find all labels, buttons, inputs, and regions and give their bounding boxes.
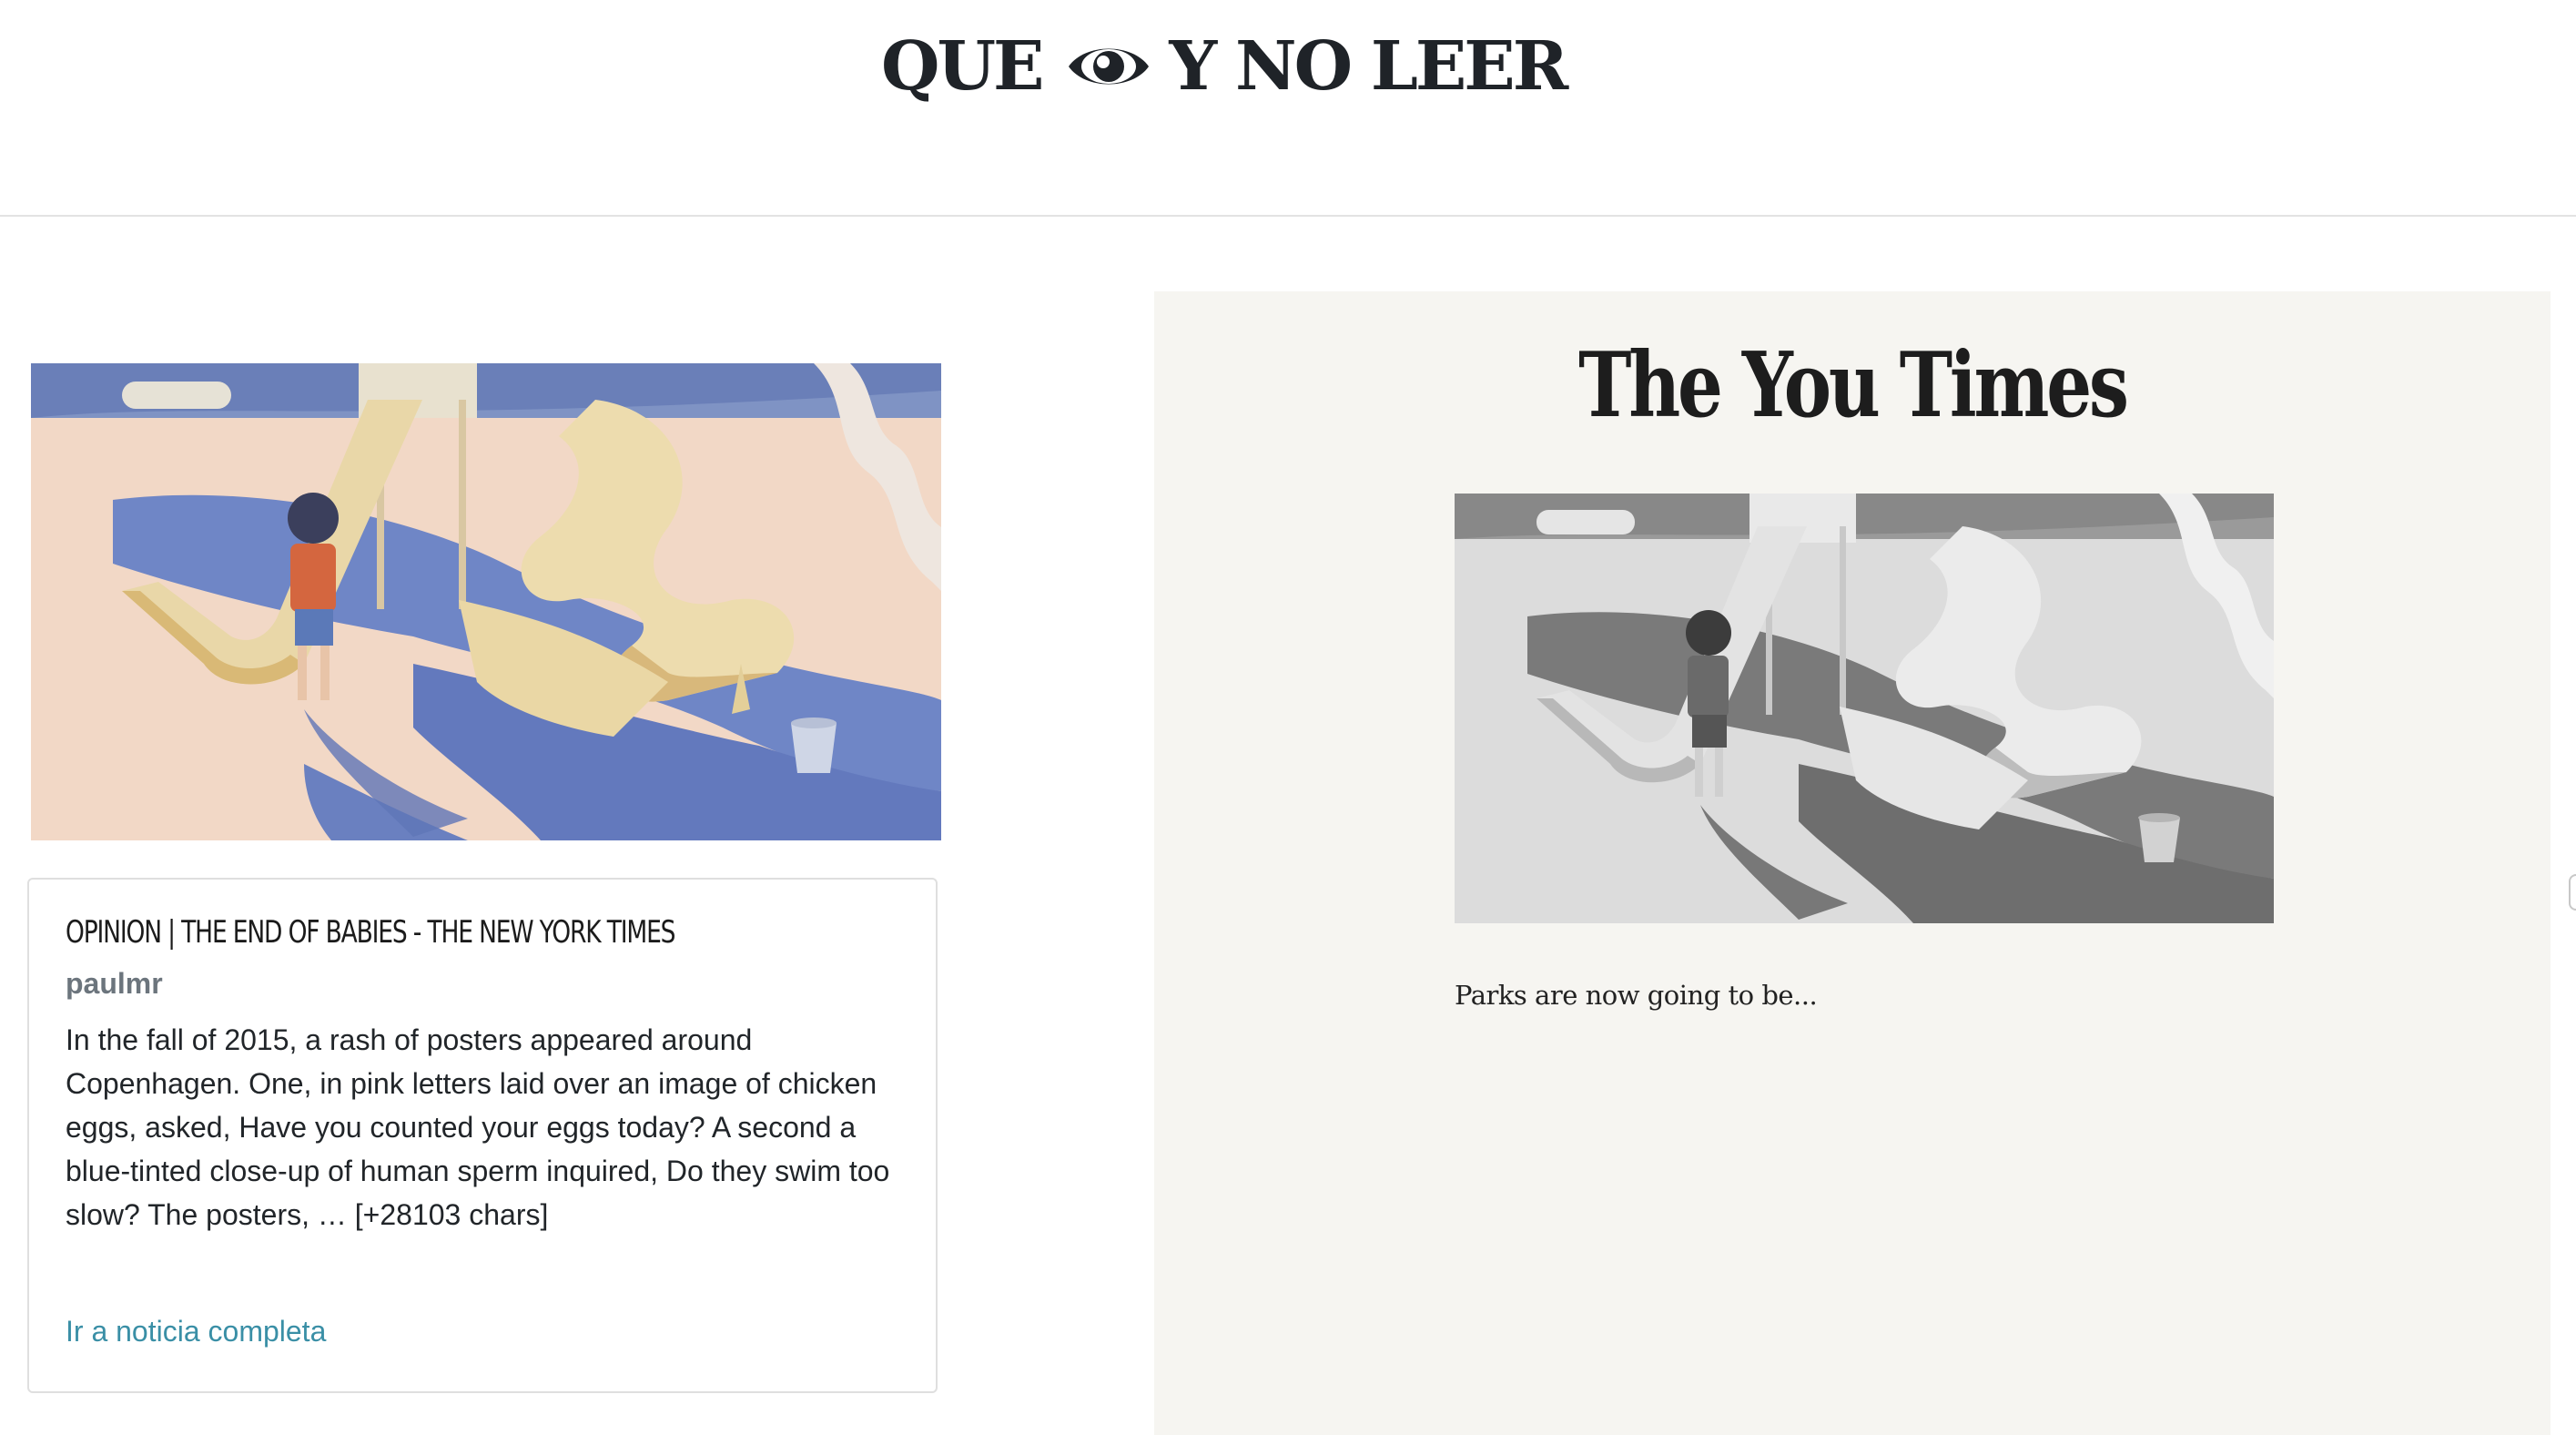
read-full-article-link[interactable]: Ir a noticia completa	[66, 1315, 326, 1348]
logo-text-left: QUE	[881, 27, 1044, 106]
site-header: QUE Y NO LEER	[0, 0, 2576, 217]
site-logo[interactable]: QUE Y NO LEER	[881, 16, 1568, 117]
article-author: paulmr	[66, 967, 163, 1000]
logo-text-right: Y NO LEER	[1169, 27, 1568, 106]
you-times-image[interactable]	[1455, 494, 2274, 923]
article-body: In the fall of 2015, a rash of posters a…	[66, 1023, 890, 1231]
you-times-masthead: The You Times	[1578, 333, 2129, 438]
eye-icon	[1069, 48, 1150, 85]
carousel-next-handle[interactable]	[2569, 874, 2576, 911]
article-title: OPINION | THE END OF BABIES - THE NEW YO…	[66, 914, 676, 951]
you-times-panel: The You Times Parks are now going to be.…	[1154, 291, 2551, 1435]
article-card: OPINION | THE END OF BABIES - THE NEW YO…	[27, 878, 938, 1393]
you-times-summary: Parks are now going to be...	[1455, 980, 1818, 1011]
article-image[interactable]	[31, 363, 941, 840]
playground-illustration	[31, 363, 941, 840]
playground-illustration-grayscale	[1455, 494, 2274, 923]
